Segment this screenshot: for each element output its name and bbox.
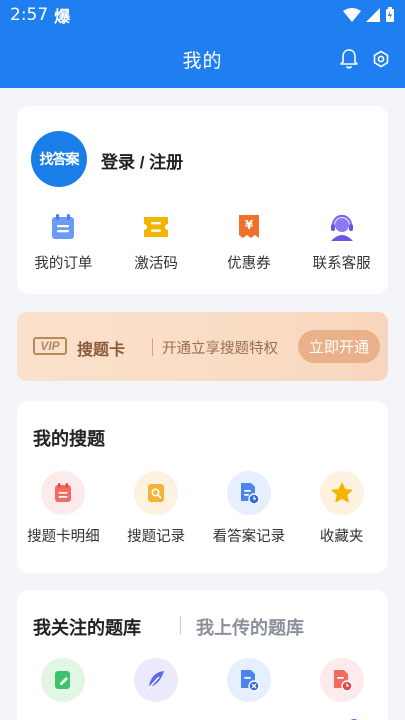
vip-card-name: 搜题卡 <box>77 342 126 359</box>
app-logo-text: 找答案 <box>39 151 80 167</box>
doc-delete-icon <box>240 670 260 692</box>
tab-followed-banks[interactable]: 我关注的题库 <box>33 614 141 640</box>
card-detail-icon <box>55 483 72 502</box>
my-orders-button[interactable]: 我的订单 <box>17 212 110 273</box>
open-vip-button[interactable]: 立即开通 <box>298 330 380 363</box>
customer-service-label: 联系客服 <box>312 256 371 272</box>
vip-divider <box>152 338 153 356</box>
activation-code-button[interactable]: 激活码 <box>110 212 203 273</box>
battery-icon <box>386 7 394 22</box>
bottom-nav-peek <box>0 712 405 720</box>
answer-record-icon <box>240 483 260 505</box>
answer-record-label: 看答案记录 <box>212 529 286 545</box>
question-bank-card: 我关注的题库 我上传的题库 <box>17 590 388 720</box>
search-record-icon <box>148 484 165 502</box>
bank-item-4[interactable] <box>295 658 388 702</box>
favorites-label: 收藏夹 <box>319 529 364 545</box>
vip-banner[interactable]: VIP 搜题卡 开通立享搜题特权 立即开通 <box>17 312 388 381</box>
app-bar: 我的 <box>0 30 405 88</box>
vip-badge: VIP <box>33 337 67 355</box>
order-icon <box>52 214 75 239</box>
coupon-icon: ¥ <box>238 215 259 238</box>
activation-code-label: 激活码 <box>134 256 178 272</box>
tab-uploaded-banks[interactable]: 我上传的题库 <box>196 614 304 640</box>
my-search-card: 我的搜题 搜题卡明细 搜题记录 看答案记录 收藏夹 <box>17 401 388 573</box>
bank-item-2[interactable] <box>110 658 203 702</box>
ticket-icon <box>144 217 169 237</box>
status-bar: 2:57 爆 <box>0 0 405 30</box>
question-bank-grid <box>17 658 388 702</box>
search-card-detail-button[interactable]: 搜题卡明细 <box>17 471 110 546</box>
login-register-link[interactable]: 登录 / 注册 <box>101 148 183 173</box>
svg-text:¥: ¥ <box>245 218 254 232</box>
search-record-label: 搜题记录 <box>127 529 186 545</box>
my-search-grid: 搜题卡明细 搜题记录 看答案记录 收藏夹 <box>17 471 388 546</box>
customer-service-button[interactable]: 联系客服 <box>295 212 388 273</box>
search-card-detail-label: 搜题卡明细 <box>27 529 100 545</box>
support-agent-icon <box>330 214 353 241</box>
edit-doc-icon <box>55 671 71 689</box>
signal-icon <box>366 8 380 22</box>
search-record-button[interactable]: 搜题记录 <box>110 471 203 546</box>
page-title: 我的 <box>182 50 223 72</box>
doc-time-icon <box>333 670 353 692</box>
bank-item-3[interactable] <box>203 658 296 702</box>
coupon-label: 优惠券 <box>227 256 271 272</box>
app-logo[interactable]: 找答案 <box>31 131 87 187</box>
wifi-icon <box>343 8 361 22</box>
bell-icon[interactable] <box>339 48 359 70</box>
my-orders-label: 我的订单 <box>34 256 93 272</box>
favorites-button[interactable]: 收藏夹 <box>295 471 388 546</box>
bank-item-1[interactable] <box>17 658 110 702</box>
gear-icon[interactable] <box>371 48 391 70</box>
quick-actions: 我的订单 激活码 ¥ 优惠券 联系客服 <box>17 212 388 273</box>
my-search-title: 我的搜题 <box>33 429 105 449</box>
star-icon <box>331 482 352 503</box>
answer-record-button[interactable]: 看答案记录 <box>203 471 296 546</box>
feather-icon <box>147 671 165 690</box>
status-time: 2:57 <box>10 5 49 25</box>
coupon-button[interactable]: ¥ 优惠券 <box>203 212 296 273</box>
profile-card: 找答案 登录 / 注册 我的订单 激活码 ¥ 优惠券 联系客服 <box>17 106 388 294</box>
tab-divider <box>180 616 181 634</box>
status-extra: 爆 <box>54 9 71 26</box>
vip-description: 开通立享搜题特权 <box>162 341 278 357</box>
